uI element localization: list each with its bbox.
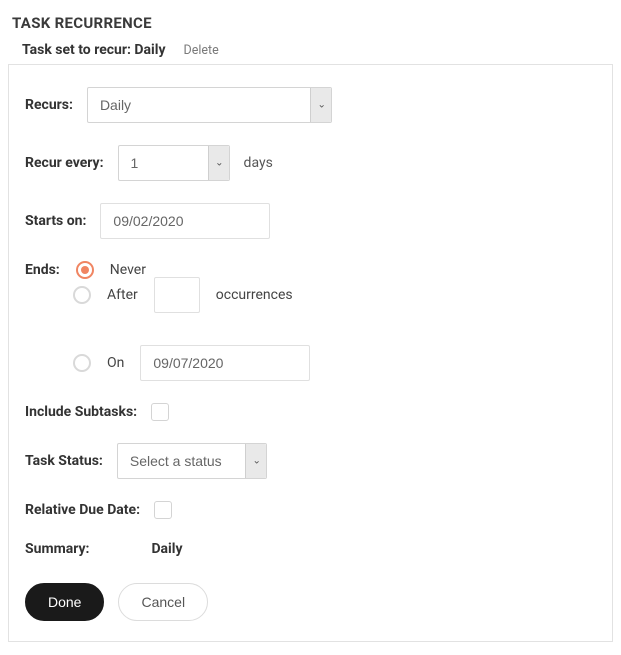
done-button[interactable]: Done: [25, 583, 104, 621]
page-title: TASK RECURRENCE: [8, 8, 613, 42]
ends-on-label: On: [107, 355, 124, 371]
ends-label: Ends:: [25, 262, 60, 278]
task-status-label: Task Status:: [25, 453, 103, 469]
starts-on-label: Starts on:: [25, 213, 86, 229]
task-status-select[interactable]: Select a status: [117, 443, 267, 479]
radio-on[interactable]: [73, 354, 91, 372]
days-suffix: days: [244, 155, 273, 171]
radio-after[interactable]: [73, 286, 91, 304]
summary-label: Summary:: [25, 541, 89, 557]
starts-on-row: Starts on:: [25, 203, 596, 239]
ends-section: Ends: Never After occurrences On: [25, 261, 596, 381]
ends-on-option[interactable]: On: [73, 345, 596, 381]
ends-after-label: After: [107, 287, 138, 303]
include-subtasks-label: Include Subtasks:: [25, 404, 137, 420]
ends-after-option[interactable]: After occurrences: [73, 277, 596, 313]
task-status-select-wrap: Select a status ⌄: [117, 443, 267, 479]
subtitle-row: Task set to recur: Daily Delete: [8, 42, 613, 64]
recur-every-row: Recur every: 1 ⌄ days: [25, 145, 596, 181]
relative-due-date-label: Relative Due Date:: [25, 502, 140, 518]
ends-on-date-input[interactable]: [140, 345, 310, 381]
summary-value: Daily: [151, 541, 182, 557]
ends-after-suffix: occurrences: [216, 287, 293, 303]
recurs-select-wrap: Daily ⌄: [87, 87, 332, 123]
relative-due-date-row: Relative Due Date:: [25, 501, 596, 519]
recur-every-label: Recur every:: [25, 155, 104, 171]
ends-never-label: Never: [110, 262, 146, 278]
recur-every-select[interactable]: 1: [118, 145, 230, 181]
button-row: Done Cancel: [25, 583, 596, 621]
summary-row: Summary: Daily: [25, 541, 596, 557]
starts-on-input[interactable]: [100, 203, 270, 239]
include-subtasks-checkbox[interactable]: [151, 403, 169, 421]
recurs-select[interactable]: Daily: [87, 87, 332, 123]
relative-due-date-checkbox[interactable]: [154, 501, 172, 519]
include-subtasks-row: Include Subtasks:: [25, 403, 596, 421]
recurrence-panel: Recurs: Daily ⌄ Recur every: 1 ⌄ days St…: [8, 64, 613, 642]
recurs-label: Recurs:: [25, 97, 73, 113]
delete-link[interactable]: Delete: [184, 43, 219, 58]
recurrence-subtitle: Task set to recur: Daily: [22, 42, 166, 58]
recur-every-select-wrap: 1 ⌄: [118, 145, 230, 181]
task-status-row: Task Status: Select a status ⌄: [25, 443, 596, 479]
cancel-button[interactable]: Cancel: [118, 583, 208, 621]
ends-after-count-input[interactable]: [154, 277, 200, 313]
recurs-row: Recurs: Daily ⌄: [25, 87, 596, 123]
